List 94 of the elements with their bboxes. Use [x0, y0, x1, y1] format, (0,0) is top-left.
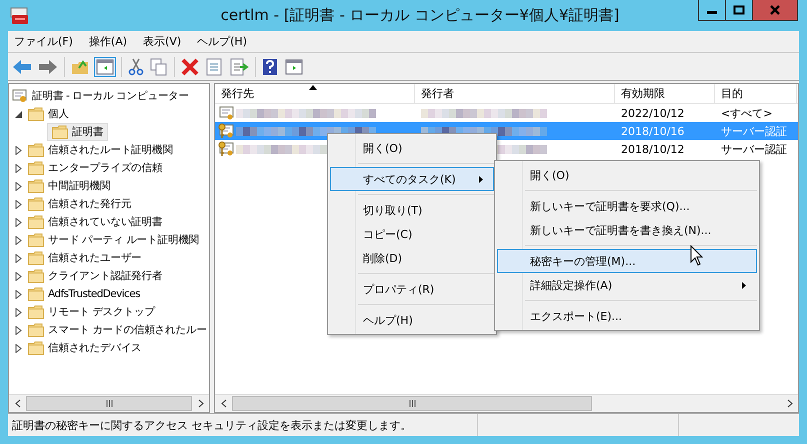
expand-arrow-icon[interactable] — [15, 308, 23, 316]
folder-icon — [28, 269, 44, 283]
tree-item[interactable]: サード パーティ ルート証明機関 — [48, 233, 200, 247]
menu-item[interactable]: ファイル(F) — [14, 34, 73, 49]
expand-arrow-icon[interactable] — [15, 236, 23, 244]
folder-icon — [52, 125, 68, 139]
folder-icon — [28, 323, 44, 337]
submenu-arrow-icon — [479, 176, 483, 182]
folder-icon — [28, 251, 44, 265]
tree-item[interactable]: 個人 — [48, 107, 69, 121]
properties-icon[interactable] — [205, 58, 223, 76]
expand-arrow-icon[interactable] — [15, 200, 23, 208]
menu-item[interactable]: 詳細設定操作(A) — [497, 273, 757, 297]
expand-arrow-icon[interactable] — [15, 326, 23, 334]
tree-item[interactable]: 信頼されたユーザー — [48, 251, 142, 265]
column-header[interactable]: 有効期限 — [615, 84, 715, 103]
tree-item[interactable]: スマート カードの信頼されたルー — [48, 323, 207, 337]
folder-icon — [28, 161, 44, 175]
horizontal-scrollbar[interactable] — [9, 394, 209, 412]
collapse-arrow-icon[interactable] — [15, 110, 23, 118]
status-text: 証明書の秘密キーに関するアクセス セキュリティ設定を表示または変更します。 — [11, 418, 412, 434]
cursor-icon — [690, 245, 704, 267]
app-icon — [10, 6, 30, 24]
menu-item[interactable]: コピー(C) — [330, 222, 494, 246]
folder-icon — [28, 107, 44, 121]
tree-item[interactable]: 信頼されていない証明書 — [48, 215, 162, 229]
tree-item[interactable]: 信頼された発行元 — [48, 197, 132, 211]
tree-item[interactable]: 証明書 - ローカル コンピューター — [32, 89, 190, 103]
scroll-thumb[interactable] — [232, 396, 592, 411]
close-button[interactable] — [752, 0, 798, 21]
expand-arrow-icon[interactable] — [15, 146, 23, 154]
menu-item[interactable]: 秘密キーの管理(M)... — [497, 249, 757, 273]
close-icon — [769, 5, 781, 15]
window-title: certlm - [証明書 - ローカル コンピューター¥個人¥証明書] — [220, 6, 620, 25]
folder-icon — [28, 215, 44, 229]
menu-item[interactable]: 削除(D) — [330, 246, 494, 270]
tree-item[interactable]: 信頼されたデバイス — [48, 341, 142, 355]
maximize-icon — [733, 5, 745, 15]
tree-item[interactable]: クライアント認証発行者 — [48, 269, 162, 283]
export-list-icon[interactable] — [229, 58, 249, 76]
folder-icon — [28, 287, 44, 301]
delete-icon[interactable] — [181, 58, 199, 76]
certificate-store-icon — [12, 88, 28, 104]
menu-item[interactable]: 新しいキーで証明書を要求(Q)... — [497, 194, 757, 218]
table-cell[interactable]: 2022/10/12 — [615, 106, 715, 120]
folder-icon — [28, 179, 44, 193]
column-header[interactable]: 目的 — [715, 84, 797, 103]
menu-item[interactable]: プロパティ(R) — [330, 277, 494, 301]
menu-item[interactable]: 切り取り(T) — [330, 198, 494, 222]
menu-item[interactable]: 開く(O) — [330, 136, 494, 160]
tree-item[interactable]: AdfsTrustedDevices — [48, 288, 140, 300]
expand-arrow-icon[interactable] — [15, 272, 23, 280]
copy-icon[interactable] — [150, 58, 168, 76]
minimize-button[interactable] — [698, 0, 726, 21]
up-folder-icon[interactable] — [71, 58, 89, 74]
tree-item[interactable]: エンタープライズの信頼 — [48, 161, 162, 175]
expand-arrow-icon[interactable] — [15, 218, 23, 226]
tree-item[interactable]: リモート デスクトップ — [48, 305, 155, 319]
expand-arrow-icon[interactable] — [15, 290, 23, 298]
table-cell[interactable]: 2018/10/12 — [615, 142, 715, 156]
forward-icon[interactable] — [38, 58, 58, 74]
column-header[interactable]: 発行先 — [215, 84, 415, 103]
expand-arrow-icon[interactable] — [15, 182, 23, 190]
menu-item[interactable]: ヘルプ(H) — [330, 308, 494, 332]
tree-item-label: 証明書 — [72, 125, 104, 139]
table-cell[interactable]: サーバー認証 — [715, 142, 797, 156]
back-icon[interactable] — [12, 58, 32, 74]
help-icon[interactable] — [262, 58, 278, 76]
tree-item[interactable]: 信頼されたルート証明機関 — [48, 143, 173, 157]
expand-arrow-icon[interactable] — [15, 164, 23, 172]
expand-arrow-icon[interactable] — [15, 344, 23, 352]
menu-item[interactable]: 新しいキーで証明書を書き換え(N)... — [497, 218, 757, 242]
menu-item[interactable]: 表示(V) — [143, 34, 182, 49]
menu-item[interactable]: すべてのタスク(K) — [330, 167, 494, 191]
panel-toggle-icon[interactable] — [95, 58, 115, 76]
folder-icon — [28, 233, 44, 247]
menu-item[interactable]: エクスポート(E)... — [497, 304, 757, 328]
table-cell[interactable]: <すべて> — [715, 106, 797, 120]
folder-icon — [28, 197, 44, 211]
menu-item[interactable]: ヘルプ(H) — [197, 34, 247, 49]
menu-item[interactable]: 開く(O) — [497, 163, 757, 187]
folder-icon — [28, 143, 44, 157]
folder-icon — [28, 305, 44, 319]
menu-item[interactable]: 操作(A) — [88, 34, 128, 49]
expand-arrow-icon[interactable] — [15, 254, 23, 262]
submenu-arrow-icon — [742, 282, 746, 288]
scroll-thumb[interactable] — [26, 396, 192, 411]
tree-item[interactable]: 中間証明機関 — [48, 179, 110, 193]
action-pane-icon[interactable] — [284, 58, 304, 76]
cut-icon[interactable] — [128, 58, 144, 76]
folder-icon — [28, 341, 44, 355]
tree-item[interactable]: 証明書 — [47, 123, 108, 141]
horizontal-scrollbar[interactable] — [215, 394, 798, 412]
column-header[interactable]: 発行者 — [415, 84, 615, 103]
